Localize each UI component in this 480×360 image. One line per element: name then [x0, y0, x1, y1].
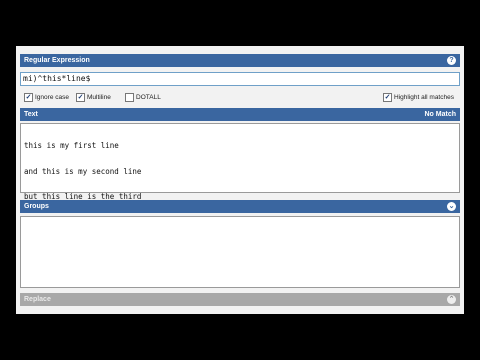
match-status: No Match: [424, 111, 457, 118]
highlight-all-checkbox[interactable]: ✓: [383, 92, 392, 102]
chevron-down-icon[interactable]: ⌄: [447, 202, 456, 211]
replace-panel-title: Replace: [24, 296, 51, 303]
groups-output-area: [20, 216, 460, 288]
dotall-option[interactable]: DOTALL: [125, 91, 161, 103]
groups-panel-header[interactable]: Groups ⌄: [20, 200, 460, 213]
regex-tester-app: Regular Expression ? mi)^this*line$ ✓ Ig…: [16, 46, 464, 314]
chevron-up-icon[interactable]: ⌃: [447, 295, 456, 304]
question-icon[interactable]: ?: [447, 56, 456, 65]
regex-options: ✓ Ignore case ✓ Multiline DOTALL ✓ Highl…: [20, 91, 460, 103]
dotall-label: DOTALL: [136, 93, 161, 101]
regex-input[interactable]: mi)^this*line$: [20, 72, 460, 86]
multiline-label: Multiline: [87, 93, 111, 101]
text-input-area[interactable]: this is my first line and this is my sec…: [20, 123, 460, 201]
text-panel-title: Text: [24, 111, 38, 118]
replace-panel-header[interactable]: Replace ⌃: [20, 293, 460, 306]
highlight-all-label: Highlight all matches: [394, 93, 454, 101]
groups-panel-title: Groups: [24, 203, 49, 210]
ignore-case-label: Ignore case: [35, 93, 69, 101]
text-panel-header: Text No Match: [20, 108, 460, 121]
regex-panel-header: Regular Expression ?: [20, 54, 460, 67]
ignore-case-option[interactable]: ✓ Ignore case: [24, 91, 69, 103]
multiline-checkbox[interactable]: ✓: [76, 92, 85, 102]
highlight-all-option[interactable]: ✓ Highlight all matches: [383, 91, 454, 103]
dotall-checkbox[interactable]: [125, 92, 134, 102]
text-line: this is my first line: [24, 141, 119, 150]
multiline-option[interactable]: ✓ Multiline: [76, 91, 111, 103]
text-line: and this is my second line: [24, 166, 142, 176]
ignore-case-checkbox[interactable]: ✓: [24, 92, 33, 102]
regex-panel-title: Regular Expression: [24, 57, 90, 64]
